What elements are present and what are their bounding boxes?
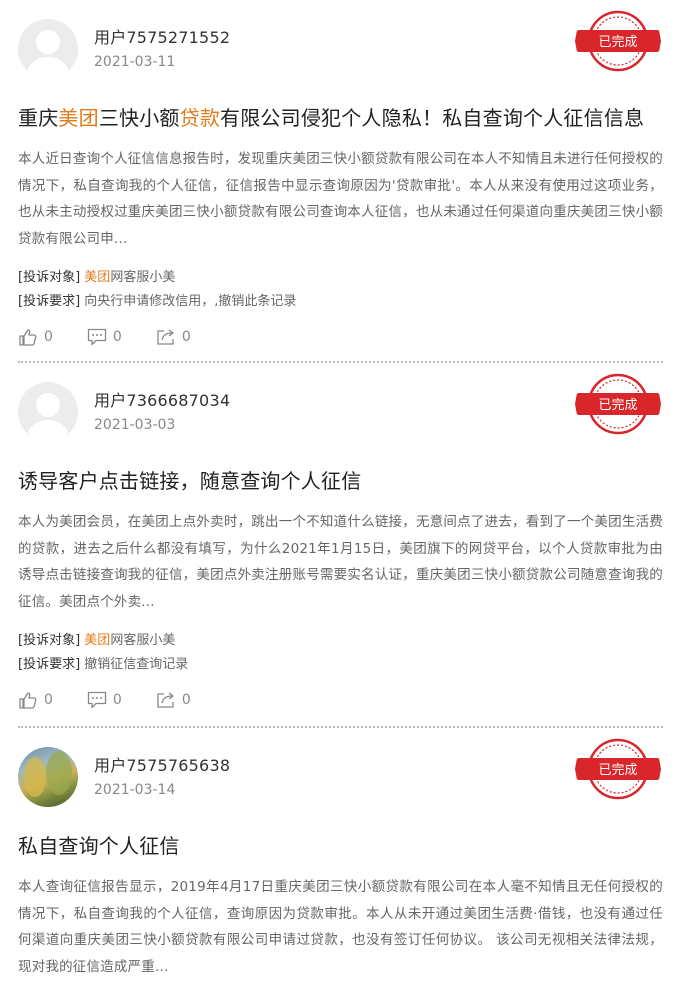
complaint-meta: [投诉对象] 美团网客服小美 [投诉要求] 撤销征信查询记录 bbox=[18, 629, 663, 677]
user-info: 用户7575765638 2021-03-14 bbox=[94, 756, 230, 799]
target-rest: 网客服小美 bbox=[110, 633, 176, 649]
complaint-title[interactable]: 诱导客户点击链接，随意查询个人征信 bbox=[18, 467, 663, 495]
card-header: 用户7575765638 2021-03-14 bbox=[18, 747, 663, 807]
complaint-meta: [投诉对象] 美团网客服小美 [投诉要求] 向央行申请修改信用，,撤销此条记录 bbox=[18, 266, 663, 314]
complaint-excerpt[interactable]: 本人为美团会员，在美团上点外卖时，跳出一个不知道什么链接，无意间点了进去，看到了… bbox=[18, 509, 663, 615]
demand-text: 向央行申请修改信用，,撤销此条记录 bbox=[84, 294, 297, 310]
target-org-link[interactable]: 美团 bbox=[84, 633, 110, 648]
comment-icon bbox=[87, 692, 107, 709]
user-info: 用户7575271552 2021-03-11 bbox=[94, 28, 230, 71]
target-label: [投诉对象] bbox=[18, 270, 81, 286]
stamp-label: 已完成 bbox=[598, 35, 637, 50]
share-icon bbox=[157, 692, 174, 709]
comment-count: 0 bbox=[112, 329, 122, 346]
demand-text: 撤销征信查询记录 bbox=[84, 657, 189, 673]
share-count: 0 bbox=[181, 329, 191, 346]
card-header: 用户7575271552 2021-03-11 bbox=[18, 19, 663, 79]
completed-stamp-icon: 已完成 bbox=[575, 738, 661, 800]
user-info: 用户7366687034 2021-03-03 bbox=[94, 391, 230, 434]
like-count: 0 bbox=[44, 692, 53, 709]
comment-button[interactable]: 0 bbox=[87, 691, 122, 709]
comment-icon bbox=[87, 329, 107, 346]
complaint-card[interactable]: 用户7575271552 2021-03-11 已完成 重庆美团三快小额贷款有限… bbox=[0, 0, 681, 361]
post-date: 2021-03-14 bbox=[94, 781, 176, 798]
thumbs-up-icon bbox=[19, 329, 37, 347]
share-count: 0 bbox=[181, 692, 191, 709]
complaint-excerpt[interactable]: 本人查询征信报告显示，2019年4月17日重庆美团三快小额贷款有限公司在本人毫不… bbox=[18, 874, 663, 980]
share-button[interactable]: 0 bbox=[156, 691, 191, 709]
username[interactable]: 用户7366687034 bbox=[94, 391, 230, 411]
avatar[interactable] bbox=[18, 382, 78, 442]
completed-stamp-icon: 已完成 bbox=[575, 10, 661, 72]
comment-button[interactable]: 0 bbox=[87, 328, 122, 346]
post-date: 2021-03-03 bbox=[94, 416, 176, 433]
complaint-feed: 用户7575271552 2021-03-11 已完成 重庆美团三快小额贷款有限… bbox=[0, 0, 681, 981]
username[interactable]: 用户7575765638 bbox=[94, 756, 230, 776]
stamp-label: 已完成 bbox=[598, 398, 637, 413]
thumbs-up-icon bbox=[19, 692, 37, 710]
like-count: 0 bbox=[44, 329, 53, 346]
complaint-card[interactable]: 用户7575765638 2021-03-14 已完成 私自查询个人征信 本人查… bbox=[0, 728, 681, 981]
share-icon bbox=[157, 329, 174, 346]
comment-count: 0 bbox=[112, 692, 122, 709]
like-button[interactable]: 0 bbox=[18, 691, 53, 710]
complaint-title[interactable]: 私自查询个人征信 bbox=[18, 832, 663, 860]
complaint-excerpt[interactable]: 本人近日查询个人征信信息报告时，发现重庆美团三快小额贷款有限公司在本人不知情且未… bbox=[18, 146, 663, 252]
action-bar: 0 0 0 bbox=[18, 689, 663, 711]
username[interactable]: 用户7575271552 bbox=[94, 28, 230, 48]
target-org-link[interactable]: 美团 bbox=[84, 270, 110, 285]
avatar[interactable] bbox=[18, 747, 78, 807]
share-button[interactable]: 0 bbox=[156, 328, 191, 346]
avatar[interactable] bbox=[18, 19, 78, 79]
complaint-card[interactable]: 用户7366687034 2021-03-03 已完成 诱导客户点击链接，随意查… bbox=[0, 363, 681, 726]
action-bar: 0 0 0 bbox=[18, 326, 663, 348]
card-header: 用户7366687034 2021-03-03 bbox=[18, 382, 663, 442]
complaint-title[interactable]: 重庆美团三快小额贷款有限公司侵犯个人隐私！私自查询个人征信信息 bbox=[18, 104, 663, 132]
completed-stamp-icon: 已完成 bbox=[575, 373, 661, 435]
target-label: [投诉对象] bbox=[18, 633, 81, 649]
like-button[interactable]: 0 bbox=[18, 328, 53, 347]
demand-label: [投诉要求] bbox=[18, 294, 81, 310]
stamp-label: 已完成 bbox=[598, 763, 637, 778]
demand-label: [投诉要求] bbox=[18, 657, 81, 673]
post-date: 2021-03-11 bbox=[94, 53, 176, 70]
target-rest: 网客服小美 bbox=[110, 270, 176, 286]
